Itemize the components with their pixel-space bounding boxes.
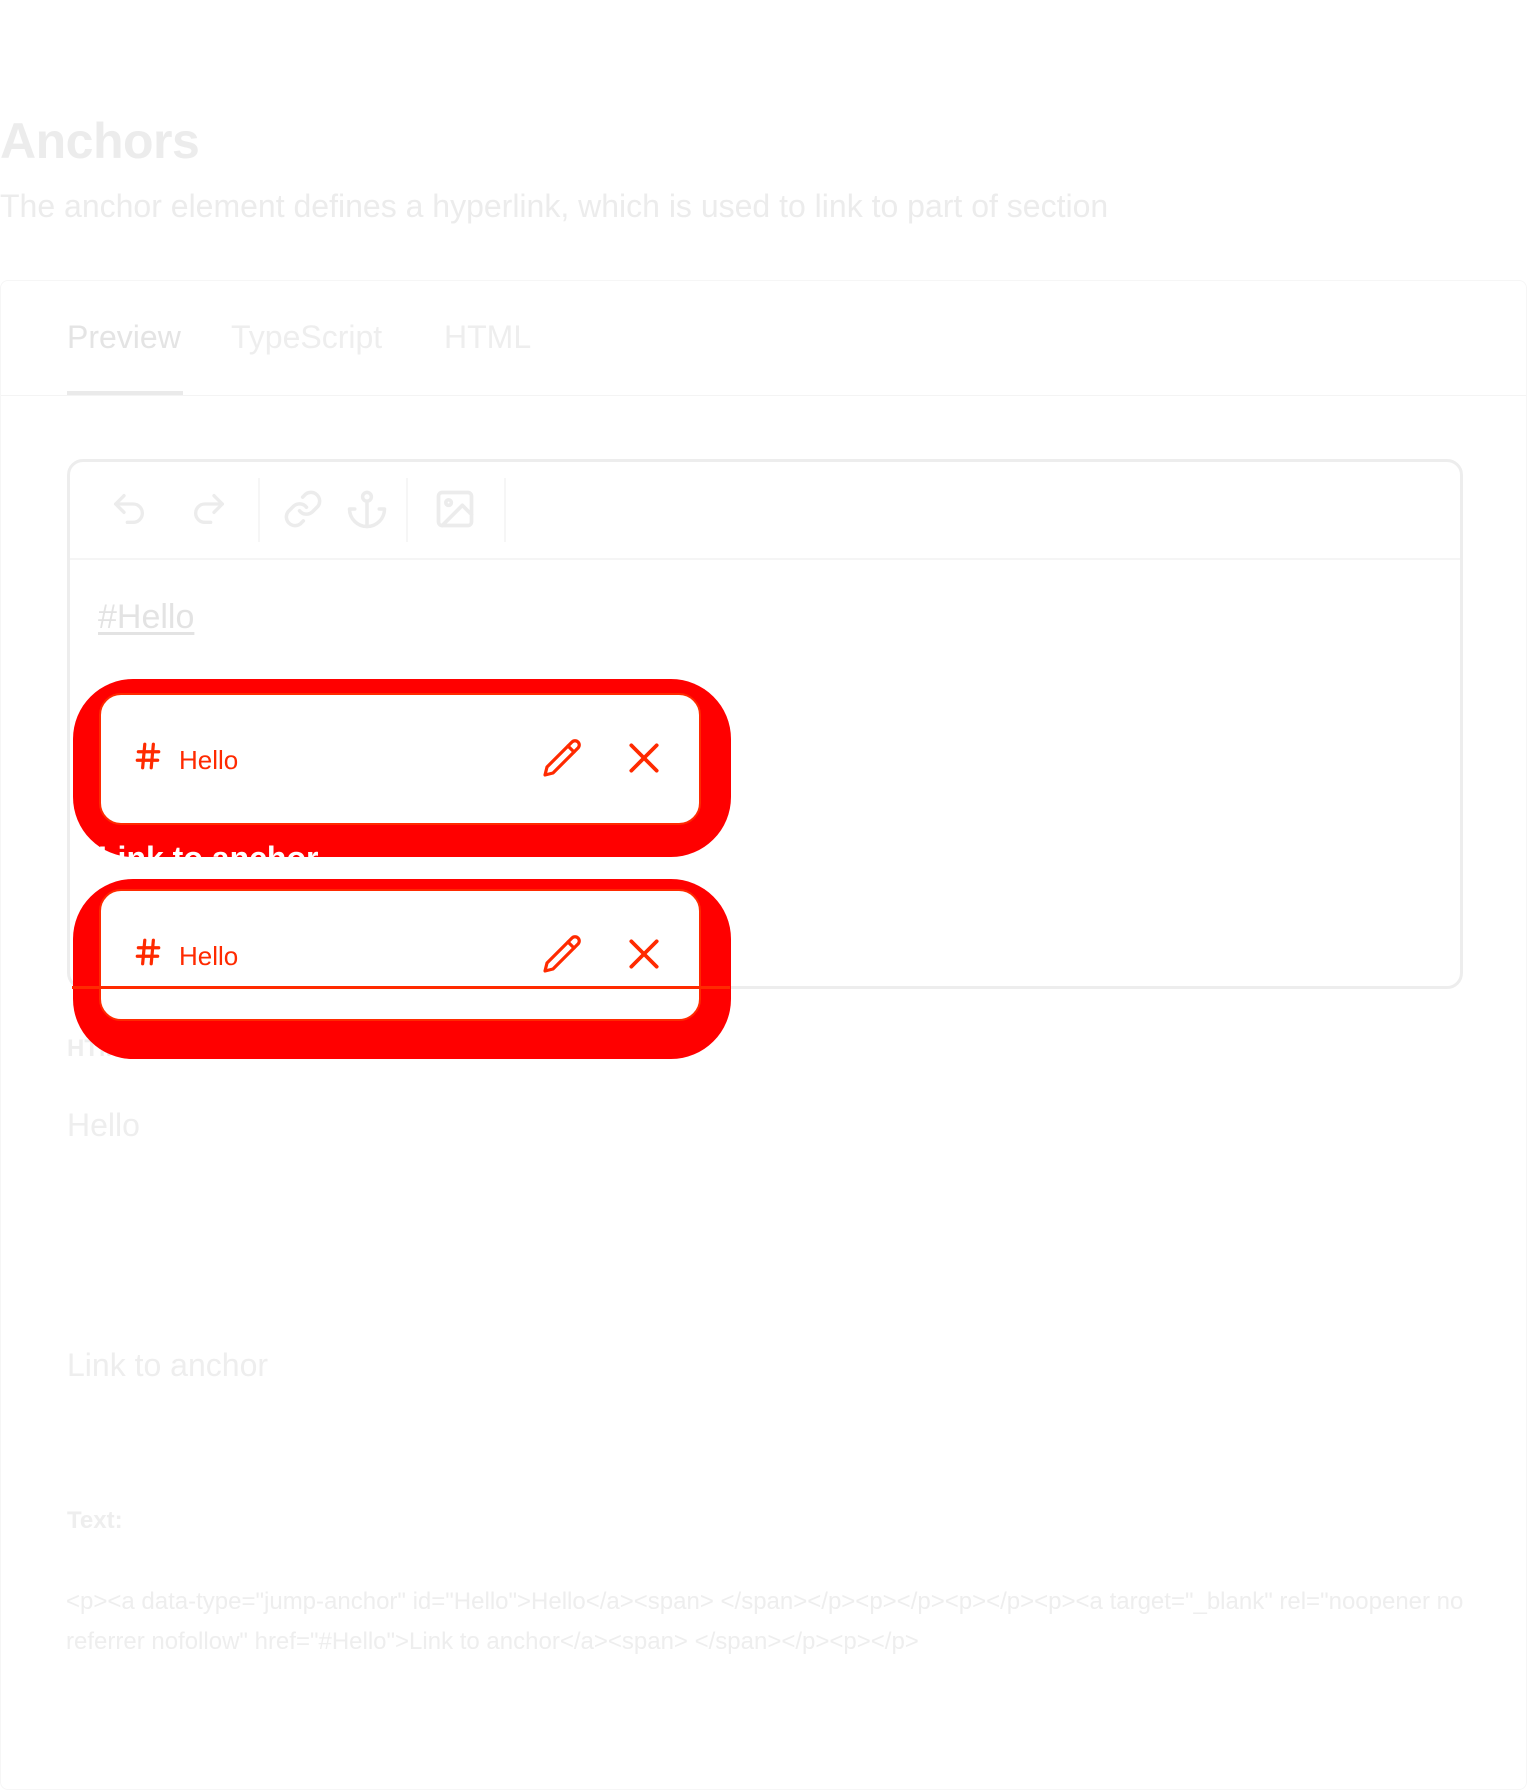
html-output-anchor: Hello bbox=[67, 1107, 140, 1143]
toolbar-divider bbox=[504, 478, 506, 542]
hash-icon bbox=[135, 938, 161, 966]
link-icon bbox=[284, 490, 322, 528]
redo-button[interactable] bbox=[186, 486, 232, 532]
demo-card: Preview TypeScript HTML #Hello Link to a… bbox=[0, 280, 1527, 1790]
anchor-popup-highlight: Hello bbox=[73, 679, 731, 857]
page-subtitle: The anchor element defines a hyperlink, … bbox=[0, 188, 1109, 224]
image-icon bbox=[436, 490, 474, 528]
link-button[interactable] bbox=[280, 486, 326, 532]
anchor-popup: Hello bbox=[99, 889, 701, 1021]
anchor-popup-label: Hello bbox=[179, 745, 239, 775]
pencil-icon[interactable] bbox=[539, 931, 587, 979]
toolbar-divider bbox=[258, 478, 260, 542]
page: Anchors The anchor element defines a hyp… bbox=[0, 0, 1528, 1790]
undo-button[interactable] bbox=[106, 486, 152, 532]
image-button[interactable] bbox=[432, 486, 478, 532]
tab-bar: Preview TypeScript HTML bbox=[1, 281, 1526, 396]
undo-icon bbox=[114, 494, 144, 524]
link-to-anchor[interactable]: Link to anchor bbox=[98, 840, 318, 877]
anchor-button[interactable] bbox=[344, 486, 390, 532]
text-output-label: Text: bbox=[67, 1507, 123, 1534]
hash-icon bbox=[135, 742, 161, 770]
tab-preview[interactable]: Preview bbox=[67, 319, 181, 356]
toolbar-divider bbox=[406, 478, 408, 542]
html-output-link: Link to anchor bbox=[67, 1347, 269, 1383]
redo-icon bbox=[194, 494, 224, 524]
anchor-icon bbox=[347, 490, 387, 529]
close-icon[interactable] bbox=[625, 935, 663, 973]
text-output-value: <p><a data-type="jump-anchor" id="Hello"… bbox=[66, 1588, 1464, 1655]
anchor-element[interactable]: #Hello bbox=[98, 598, 194, 637]
active-tab-indicator bbox=[67, 391, 183, 395]
highlight-divider bbox=[72, 986, 730, 989]
editor-toolbar bbox=[70, 462, 1460, 560]
close-icon[interactable] bbox=[625, 739, 663, 777]
anchor-popup-label: Hello bbox=[179, 941, 239, 971]
page-title: Anchors bbox=[0, 113, 200, 169]
tab-typescript[interactable]: TypeScript bbox=[231, 319, 382, 356]
tab-html[interactable]: HTML bbox=[444, 319, 531, 356]
pencil-icon[interactable] bbox=[539, 735, 587, 783]
anchor-popup-highlight: Hello bbox=[73, 879, 731, 1059]
anchor-popup: Hello bbox=[99, 693, 701, 825]
